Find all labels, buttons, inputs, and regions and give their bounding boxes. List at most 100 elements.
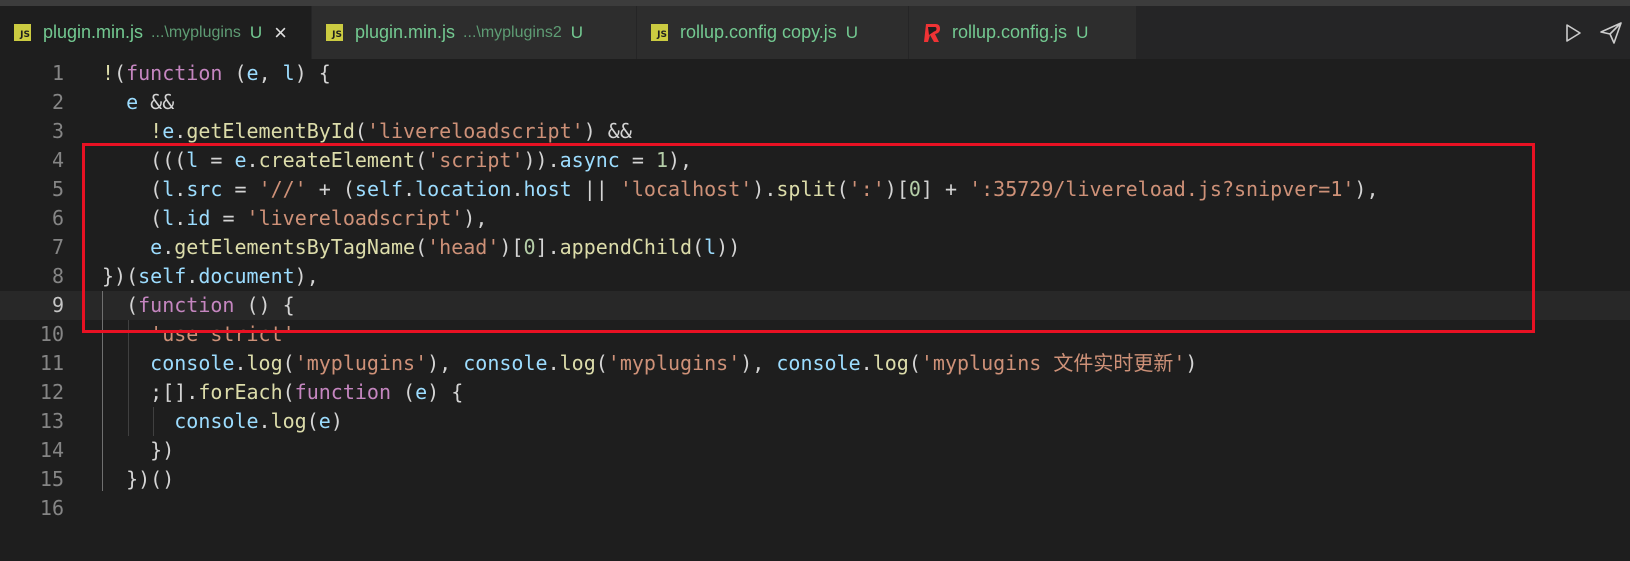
code-token: e [415, 380, 428, 404]
code-token: ( [306, 409, 319, 433]
js-file-icon: JS [326, 24, 343, 41]
code-token: console [150, 351, 235, 375]
tab-label: rollup.config.js [952, 22, 1068, 42]
code-text: !(function (e, l) { [102, 59, 331, 88]
editor-actions [1554, 6, 1630, 59]
highlight-annotation-box [82, 143, 1535, 333]
code-token: ) { [427, 380, 464, 404]
code-token: 'myplugins' [294, 351, 428, 375]
code-token: ) [330, 409, 343, 433]
code-token: . [174, 119, 187, 143]
code-token: ( [222, 61, 247, 85]
tab-git-status: U [1076, 22, 1089, 42]
rollup-icon [923, 23, 941, 43]
line-number: 4 [51, 148, 64, 172]
code-line[interactable]: 15 })() [0, 465, 1630, 494]
code-token: . [547, 351, 560, 375]
line-number: 12 [39, 380, 64, 404]
tab-label: plugin.min.js [355, 22, 456, 42]
code-token: forEach [198, 380, 283, 404]
code-token: 'myplugins' [607, 351, 741, 375]
code-token: ( [391, 380, 416, 404]
code-token: e [162, 119, 175, 143]
code-text: console.log(e) [102, 407, 343, 436]
line-number: 11 [39, 351, 64, 375]
code-token: ) { [294, 61, 331, 85]
code-token: log [559, 351, 596, 375]
js-file-icon: JS [14, 24, 31, 41]
code-token: ) [1185, 351, 1198, 375]
code-token: }) [102, 438, 175, 462]
tab-git-status: U [249, 22, 263, 42]
indent-guide [128, 320, 129, 436]
line-number: 6 [51, 206, 64, 230]
line-number: 7 [51, 235, 64, 259]
line-number: 13 [39, 409, 64, 433]
code-token: . [860, 351, 873, 375]
tab-path: ...\myplugins [151, 23, 241, 41]
code-token: console [174, 409, 259, 433]
code-token: && [607, 119, 632, 143]
code-token: getElementById [186, 119, 355, 143]
line-number: 16 [39, 496, 64, 520]
code-line[interactable]: 11 console.log('myplugins'), console.log… [0, 349, 1630, 378]
code-editor[interactable]: 16 15 })() 14 }) 13 console.log(e) 12 ;[].fo… [0, 59, 1630, 561]
line-number: 15 [39, 467, 64, 491]
run-icon[interactable] [1554, 6, 1592, 59]
code-token: console [463, 351, 548, 375]
code-line[interactable]: 12 ;[].forEach(function (e) { [0, 378, 1630, 407]
tab-plugin-min-js-myplugins2[interactable]: JS plugin.min.js ...\myplugins2 U [312, 6, 637, 59]
code-line[interactable]: 14 }) [0, 436, 1630, 465]
code-token: log [246, 351, 283, 375]
tab-rollup-config-copy-js[interactable]: JS rollup.config copy.js U [637, 6, 909, 59]
code-token: ;[]. [102, 380, 199, 404]
code-text: !e.getElementById('livereloadscript') && [102, 117, 632, 146]
code-line[interactable]: 2 e && [0, 88, 1630, 117]
code-token: console [776, 351, 861, 375]
code-token: . [234, 351, 247, 375]
code-token: ( [114, 61, 127, 85]
code-line[interactable]: 3 !e.getElementById('livereloadscript') … [0, 117, 1630, 146]
code-token: ) [583, 119, 608, 143]
tab-rollup-config-js[interactable]: rollup.config.js U [909, 6, 1137, 59]
line-number: 1 [51, 61, 64, 85]
code-token: function [294, 380, 391, 404]
editor-tab-bar: JS plugin.min.js ...\myplugins U × JS pl… [0, 6, 1630, 59]
line-number: 3 [51, 119, 64, 143]
code-line[interactable]: 1 !(function (e, l) { [0, 59, 1630, 88]
code-token: e [318, 409, 331, 433]
code-text: ;[].forEach(function (e) { [102, 378, 463, 407]
line-number: 2 [51, 90, 64, 114]
tab-plugin-min-js-myplugins[interactable]: JS plugin.min.js ...\myplugins U × [0, 6, 312, 59]
code-token: function [126, 61, 223, 85]
code-text: })() [102, 465, 174, 494]
line-number: 5 [51, 177, 64, 201]
js-file-icon: JS [651, 24, 668, 41]
code-line[interactable]: 13 console.log(e) [0, 407, 1630, 436]
code-text: e && [102, 88, 174, 117]
code-token: 'livereloadscript' [366, 119, 584, 143]
line-number: 14 [39, 438, 64, 462]
line-number: 9 [51, 293, 64, 317]
send-icon[interactable] [1592, 6, 1630, 59]
code-token: e [126, 90, 139, 114]
tab-label: plugin.min.js [43, 22, 144, 42]
code-token: , [258, 61, 283, 85]
code-token: l [282, 61, 295, 85]
code-text: console.log('myplugins'), console.log('m… [102, 349, 1197, 378]
line-number: 10 [39, 322, 64, 346]
tab-git-status: U [845, 22, 859, 42]
code-token: log [872, 351, 909, 375]
tab-path: ...\myplugins2 [463, 23, 562, 41]
code-token: && [138, 90, 175, 114]
code-token: 'myplugins 文件实时更新' [920, 351, 1186, 375]
code-line[interactable]: 16 [0, 494, 1630, 523]
close-icon[interactable]: × [274, 21, 287, 44]
code-text: }) [102, 436, 174, 465]
indent-guide [153, 407, 154, 436]
line-number: 8 [51, 264, 64, 288]
